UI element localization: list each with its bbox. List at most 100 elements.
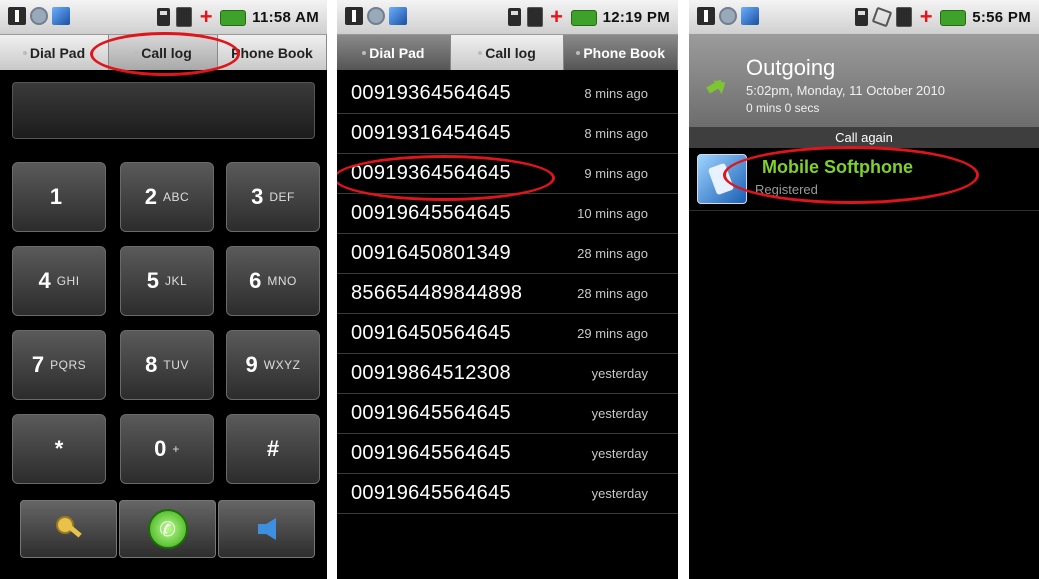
book-icon — [896, 7, 913, 27]
call-time: 9 mins ago — [584, 166, 648, 181]
key-digit: 8 — [145, 352, 158, 377]
key-digit: 5 — [146, 268, 160, 293]
call-detail-header: Outgoing 5:02pm, Monday, 11 October 2010… — [689, 35, 1039, 128]
tab-indicator-icon — [478, 50, 483, 55]
call-log-row[interactable]: 00919364564645 9 mins ago — [337, 154, 678, 194]
key-8[interactable]: 8 TUV — [120, 330, 214, 400]
call-log-row[interactable]: 00919645564645 yesterday — [337, 394, 678, 434]
call-time: 28 mins ago — [577, 286, 648, 301]
key-icon — [54, 514, 84, 544]
app-notification-icon — [389, 7, 407, 25]
sim-icon — [507, 8, 521, 26]
settings-icon — [367, 7, 385, 25]
medical-plus-icon: + — [199, 4, 213, 29]
call-log-list: 00919364564645 8 mins ago 00919316454645 8… — [337, 74, 678, 514]
call-time: 29 mins ago — [577, 326, 648, 341]
call-detail-screen: + 5:56 PM Outgoing 5:02pm, Monday, 11 Oc… — [689, 0, 1039, 579]
call-number: 00916450564645 — [351, 322, 511, 344]
key-4[interactable]: 4 GHI — [12, 246, 106, 316]
status-time: 5:56 PM — [972, 8, 1031, 26]
tab-bar: Dial Pad Call log Phone Book — [0, 35, 327, 70]
call-number: 00919645564645 — [351, 202, 511, 224]
tab-bar: Dial Pad Call log Phone Book — [337, 35, 678, 70]
key-letters: JKL — [165, 274, 188, 288]
call-log-row[interactable]: 00919645564645 10 mins ago — [337, 194, 678, 234]
call-log-row[interactable]: 00916450801349 28 mins ago — [337, 234, 678, 274]
tab-indicator-icon — [576, 50, 581, 55]
tab-label: Call log — [141, 44, 192, 61]
app-notification-icon — [741, 7, 759, 25]
call-time: yesterday — [591, 446, 648, 461]
tab-phone-book[interactable]: Phone Book — [218, 35, 327, 70]
call-log-row[interactable]: 00919364564645 8 mins ago — [337, 74, 678, 114]
key-6[interactable]: 6 MNO — [226, 246, 320, 316]
call-button[interactable]: ✆ — [119, 500, 216, 558]
call-number: 856654489844898 — [351, 282, 523, 304]
key-hash[interactable]: # — [226, 414, 320, 484]
softphone-name: Mobile Softphone — [762, 157, 913, 177]
call-log-row[interactable]: 00919864512308 yesterday — [337, 354, 678, 394]
key-9[interactable]: 9 WXYZ — [226, 330, 320, 400]
call-log-row[interactable]: 856654489844898 28 mins ago — [337, 274, 678, 314]
key-letters: GHI — [56, 274, 80, 288]
call-time: yesterday — [591, 366, 648, 381]
tab-call-log[interactable]: Call log — [450, 35, 565, 70]
status-bar: + 12:19 PM — [337, 0, 678, 35]
call-datetime: 5:02pm, Monday, 11 October 2010 — [746, 83, 945, 98]
call-number: 00919316454645 — [351, 122, 511, 144]
tab-phone-book[interactable]: Phone Book — [564, 35, 678, 70]
key-1[interactable]: 1 — [12, 162, 106, 232]
call-number: 00919364564645 — [351, 162, 511, 184]
tab-dial-pad[interactable]: Dial Pad — [337, 35, 451, 70]
backspace-button[interactable] — [218, 500, 315, 558]
key-digit: 4 — [38, 268, 51, 293]
call-time: yesterday — [591, 486, 648, 501]
tab-label: Call log — [485, 44, 536, 61]
key-letters: ABC — [163, 190, 190, 204]
medical-plus-icon: + — [550, 4, 563, 29]
key-3[interactable]: 3 DEF — [226, 162, 320, 232]
call-log-row[interactable]: 00919645564645 yesterday — [337, 434, 678, 474]
settings-key-button[interactable] — [20, 500, 117, 558]
key-digit: 1 — [49, 184, 63, 209]
sim-icon — [855, 8, 869, 26]
key-star[interactable]: * — [12, 414, 106, 484]
call-log-row[interactable]: 00916450564645 29 mins ago — [337, 314, 678, 354]
key-2[interactable]: 2 ABC — [120, 162, 214, 232]
settings-icon — [30, 7, 48, 25]
call-number: 00919645564645 — [351, 482, 511, 504]
battery-icon — [940, 10, 967, 26]
tab-label: Dial Pad — [369, 44, 425, 61]
call-type-title: Outgoing — [746, 55, 836, 80]
status-bar: + 11:58 AM — [0, 0, 327, 35]
key-digit: 7 — [31, 352, 45, 377]
key-5[interactable]: 5 JKL — [120, 246, 214, 316]
key-0[interactable]: 0 + — [120, 414, 214, 484]
status-time: 11:58 AM — [252, 8, 319, 26]
tab-label: Phone Book — [583, 44, 666, 61]
book-icon — [526, 7, 543, 27]
key-digit: * — [54, 436, 64, 461]
usb-icon — [697, 7, 715, 25]
call-log-row[interactable]: 00919645564645 yesterday — [337, 474, 678, 514]
key-7[interactable]: 7 PQRS — [12, 330, 106, 400]
app-notification-icon — [52, 7, 70, 25]
call-log-row[interactable]: 00919316454645 8 mins ago — [337, 114, 678, 154]
softphone-status: Registered — [755, 182, 818, 197]
call-log-screen: + 12:19 PM Dial Pad Call log Phone Book … — [337, 0, 678, 579]
number-display[interactable] — [12, 82, 315, 139]
key-digit: 6 — [249, 268, 262, 293]
mobile-softphone-option[interactable]: Mobile Softphone Registered — [689, 150, 1039, 211]
tab-label: Dial Pad — [29, 44, 86, 61]
usb-icon — [345, 7, 363, 25]
tab-call-log[interactable]: Call log — [109, 35, 218, 70]
softphone-app-icon — [697, 154, 747, 204]
call-time: yesterday — [591, 406, 648, 421]
key-letters: DEF — [269, 190, 295, 204]
key-letters: MNO — [267, 274, 297, 288]
key-digit: 3 — [251, 184, 264, 209]
call-number: 00919645564645 — [351, 402, 511, 424]
key-digit: 2 — [144, 184, 158, 209]
key-letters: + — [172, 442, 180, 456]
tab-dial-pad[interactable]: Dial Pad — [0, 35, 109, 70]
